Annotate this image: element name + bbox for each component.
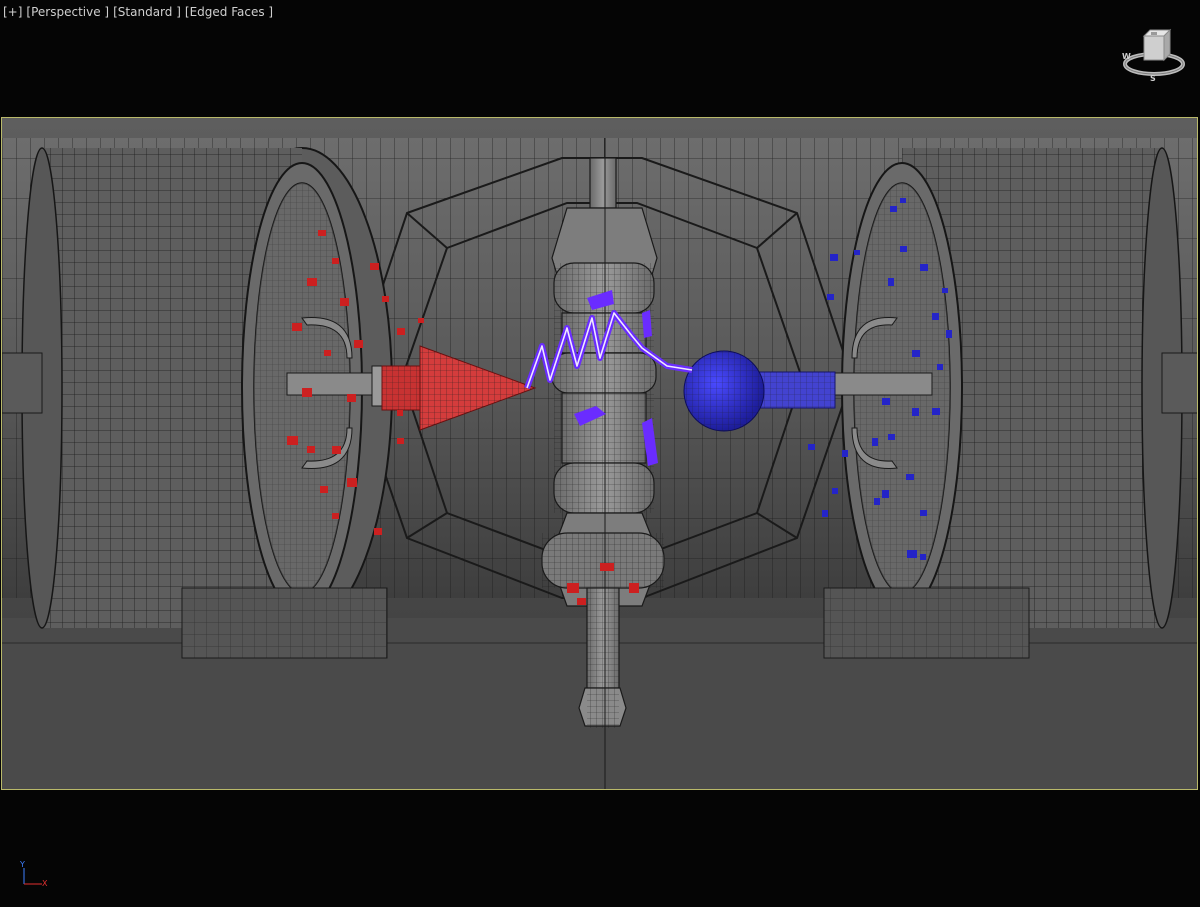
axis-y-label: Y [20,860,25,869]
scene-render[interactable] [2,118,1198,790]
viewport-label-bar: [+] [Perspective ] [Standard ] [Edged Faces… [3,5,277,19]
compass-south-label: S [1150,74,1156,83]
viewport-point-of-view-menu[interactable]: [Perspective ] [26,5,109,19]
safe-frame [1,117,1198,790]
viewcube[interactable]: W S [1116,22,1192,84]
viewport-plus-menu[interactable]: [+] [3,5,22,19]
axis-tripod: Y X [14,860,54,892]
compass-west-label: W [1122,52,1131,61]
3d-viewport[interactable]: [+] [Perspective ] [Standard ] [Edged Faces… [0,0,1200,907]
axis-x-label: X [42,879,48,888]
viewport-display-mode-menu[interactable]: [Edged Faces ] [185,5,273,19]
viewport-shading-menu[interactable]: [Standard ] [113,5,181,19]
